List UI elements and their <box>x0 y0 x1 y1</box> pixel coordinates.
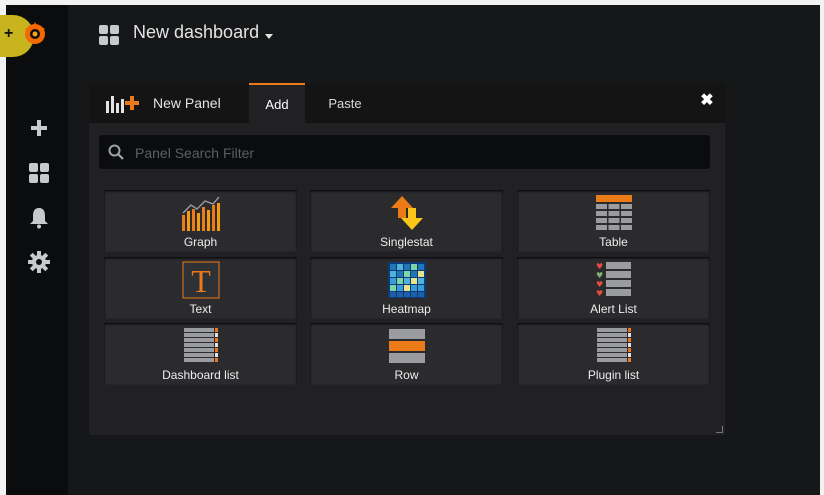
close-icon[interactable]: ✖ <box>699 93 715 109</box>
panel-type-label: Table <box>599 235 628 249</box>
panel-title: New Panel <box>153 95 221 111</box>
resize-handle[interactable] <box>716 426 723 433</box>
svg-text:♥: ♥ <box>596 262 603 271</box>
dashboard-title-dropdown[interactable]: New dashboard <box>133 22 259 43</box>
side-menu: + <box>0 5 68 495</box>
search-icon <box>108 144 124 160</box>
plugin-list-icon <box>517 327 710 365</box>
panel-type-heatmap[interactable]: Heatmap <box>310 257 503 319</box>
panel-search-box <box>99 135 710 171</box>
tab-add[interactable]: Add <box>249 83 305 123</box>
panel-type-label: Heatmap <box>382 302 431 316</box>
svg-text:T: T <box>191 263 211 299</box>
dashboard-list-icon <box>104 327 297 365</box>
panel-type-singlestat[interactable]: Singlestat <box>310 190 503 252</box>
grafana-logo-icon <box>25 22 45 44</box>
alert-list-icon: ♥ ♥ ♥ ♥ <box>517 261 710 299</box>
panel-type-label: Text <box>189 302 212 316</box>
panel-type-dashboard-list[interactable]: Dashboard list <box>104 323 297 385</box>
panel-type-label: Singlestat <box>380 235 433 249</box>
svg-text:♥: ♥ <box>596 271 603 280</box>
create-plus-icon[interactable] <box>26 115 52 141</box>
configuration-gear-icon[interactable] <box>26 249 52 275</box>
svg-text:♥: ♥ <box>596 280 603 289</box>
panel-type-label: Graph <box>183 235 218 249</box>
alerting-bell-icon[interactable] <box>26 205 52 231</box>
tab-paste[interactable]: Paste <box>317 83 373 123</box>
panel-type-plugin-list[interactable]: Plugin list <box>517 323 710 385</box>
dashboard-navbar: New dashboard <box>68 5 820 65</box>
mouse-cursor-icon: + <box>4 25 14 42</box>
dashboard-grid-icon <box>99 25 119 45</box>
window-right-border <box>820 0 824 495</box>
panel-type-row[interactable]: Row <box>310 323 503 385</box>
row-icon <box>310 327 503 365</box>
panel-type-graph[interactable]: Graph <box>104 190 297 252</box>
add-panel-icon <box>106 96 139 113</box>
svg-text:♥: ♥ <box>596 289 603 298</box>
panel-type-label: Alert List <box>590 302 637 316</box>
dashboards-icon[interactable] <box>26 160 52 186</box>
panel-type-text[interactable]: T Text <box>104 257 297 319</box>
graph-icon <box>104 194 297 232</box>
panel-header: New Panel Add Paste ✖ <box>89 83 725 123</box>
panel-search-input[interactable] <box>133 135 707 171</box>
panel-type-label: Row <box>394 368 419 382</box>
text-icon: T <box>104 261 297 299</box>
panel-type-label: Dashboard list <box>162 368 239 382</box>
panel-type-table[interactable]: Table <box>517 190 710 252</box>
panel-type-alert-list[interactable]: ♥ ♥ ♥ ♥ Alert List <box>517 257 710 319</box>
singlestat-icon <box>310 194 503 232</box>
chevron-down-icon[interactable] <box>265 34 273 39</box>
heatmap-icon <box>310 261 503 299</box>
table-icon <box>517 194 710 232</box>
new-panel-dialog: New Panel Add Paste ✖ Panel Search Filte… <box>89 83 725 435</box>
panel-type-label: Plugin list <box>587 368 640 382</box>
grafana-logo-button[interactable]: + <box>0 11 58 57</box>
main-content: New dashboard New Panel Add Paste ✖ Pane… <box>68 5 820 495</box>
